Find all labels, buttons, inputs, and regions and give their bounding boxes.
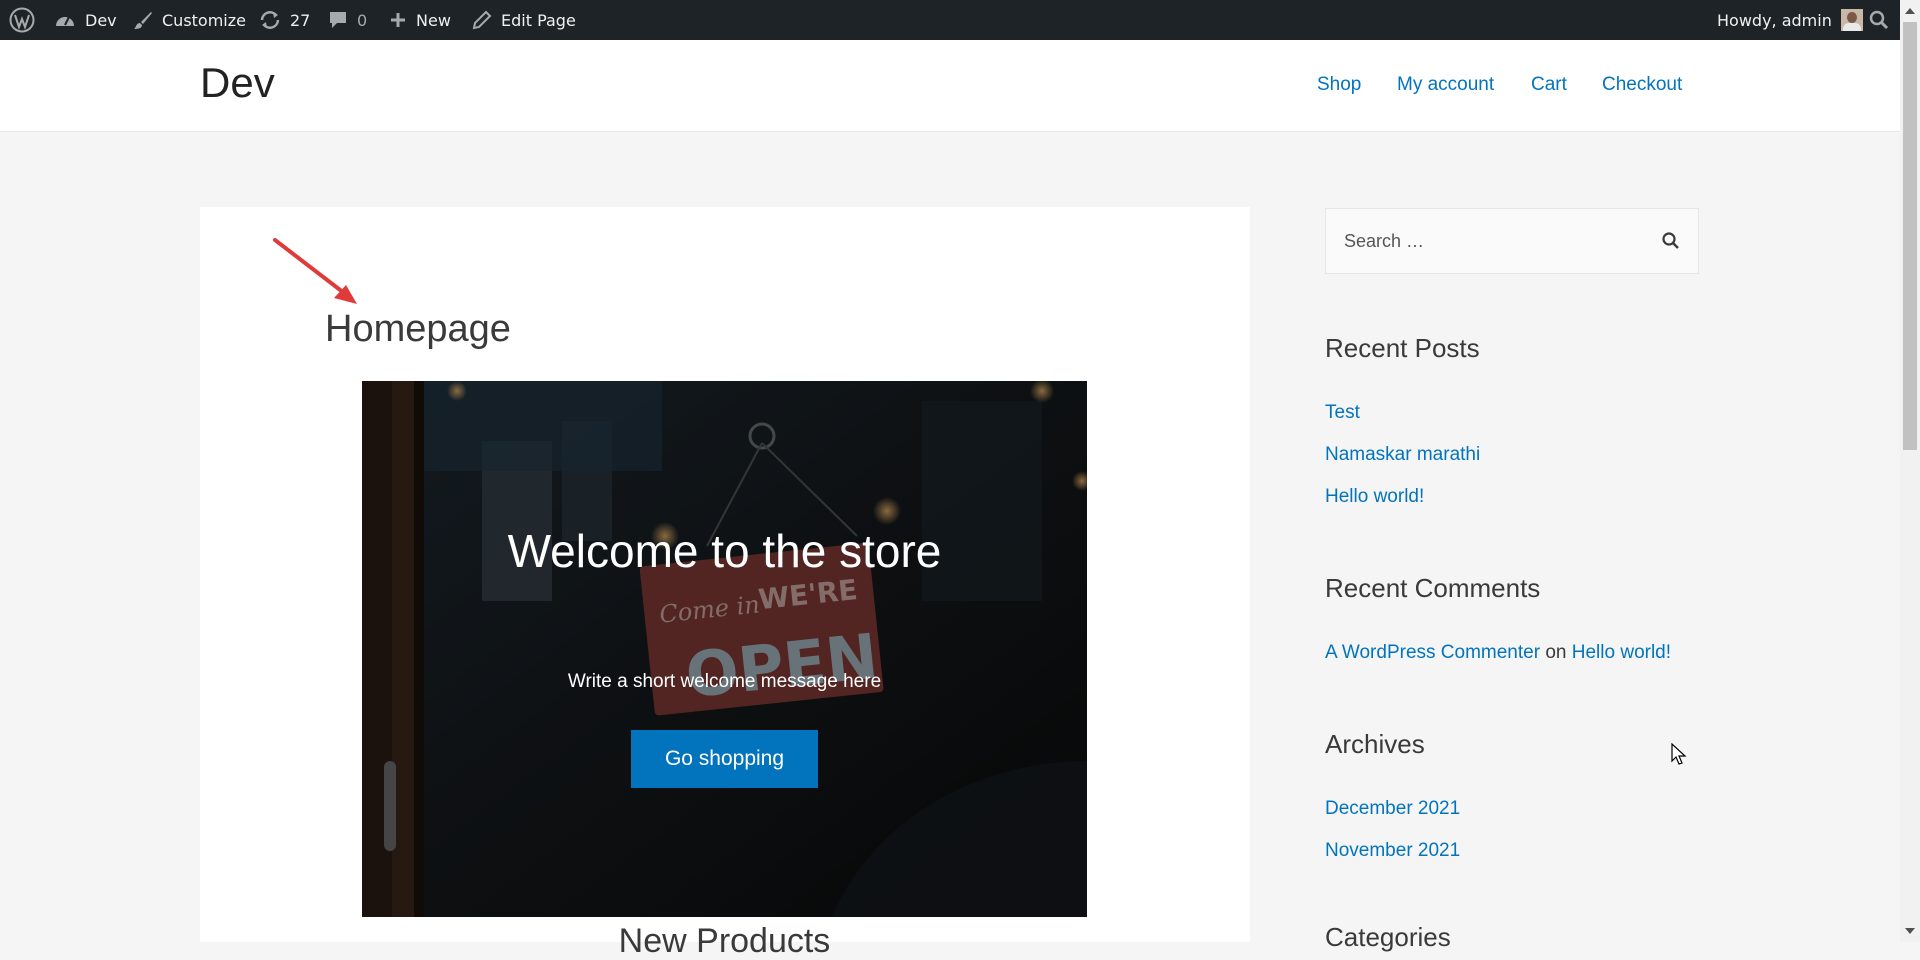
hero-subtitle: Write a short welcome message here — [567, 671, 882, 692]
pencil-icon — [472, 10, 492, 30]
store-photo: Come in WE'RE OPEN — [362, 381, 1087, 917]
recent-posts-title: Recent Posts — [1325, 333, 1480, 363]
avatar — [1840, 9, 1863, 31]
page-scrollbar[interactable] — [1900, 0, 1920, 942]
annotation-arrow — [273, 238, 357, 304]
search-icon[interactable] — [1661, 231, 1681, 251]
mouse-cursor-icon — [1671, 743, 1687, 765]
nav-checkout[interactable]: Checkout — [1602, 75, 1682, 94]
updates-icon — [260, 11, 280, 29]
paintbrush-icon — [134, 12, 152, 29]
comments-count: 0 — [357, 10, 368, 30]
categories-title: Categories — [1325, 922, 1451, 952]
recent-comments-title: Recent Comments — [1325, 573, 1541, 603]
updates-count: 27 — [290, 10, 311, 30]
recent-post-link[interactable]: Namaskar marathi — [1325, 445, 1480, 464]
archive-link[interactable]: December 2021 — [1325, 799, 1460, 818]
site-title[interactable]: Dev — [200, 62, 275, 104]
comment-icon — [330, 12, 346, 28]
site-name-label: Dev — [85, 10, 117, 30]
hero-cover-block: Come in WE'RE OPEN Welcome to the store … — [362, 381, 1087, 917]
wp-logo-menu[interactable] — [9, 0, 35, 40]
admin-search-icon — [1869, 10, 1889, 30]
hero-title: Welcome to the store — [507, 525, 942, 577]
plus-icon — [391, 13, 405, 27]
howdy-label: Howdy, admin — [1717, 10, 1832, 30]
edit-page-label: Edit Page — [501, 10, 576, 30]
new-label: New — [416, 10, 451, 30]
wordpress-icon — [9, 7, 35, 33]
dashboard-icon — [56, 16, 74, 26]
comment-post-link[interactable]: Hello world! — [1572, 642, 1671, 663]
customize-label: Customize — [162, 10, 246, 30]
updates-link[interactable]: 27 — [259, 0, 310, 40]
search-input[interactable] — [1344, 227, 1644, 255]
archives-title: Archives — [1325, 729, 1425, 759]
recent-comment-item: A WordPress Commenter on Hello world! — [1325, 643, 1671, 662]
site-name-menu[interactable]: Dev — [54, 0, 117, 40]
comment-author-link[interactable]: A WordPress Commenter — [1325, 642, 1540, 663]
new-products-heading: New Products — [618, 922, 831, 960]
edit-page-link[interactable]: Edit Page — [472, 0, 576, 40]
new-content-menu[interactable]: New — [389, 0, 451, 40]
scroll-down-arrow[interactable] — [1905, 928, 1915, 934]
search-form — [1325, 208, 1699, 274]
admin-search-button[interactable] — [1869, 0, 1889, 40]
admin-bar: Dev Customize 27 0 New Edit Page Howdy, … — [0, 0, 1920, 40]
nav-cart[interactable]: Cart — [1531, 75, 1567, 94]
scroll-up-arrow[interactable] — [1905, 8, 1915, 14]
my-account-menu[interactable]: Howdy, admin — [1717, 0, 1863, 40]
nav-shop[interactable]: Shop — [1317, 75, 1361, 94]
comments-link[interactable]: 0 — [328, 0, 367, 40]
archive-link[interactable]: November 2021 — [1325, 841, 1460, 860]
page-title: Homepage — [325, 308, 511, 350]
go-shopping-button[interactable]: Go shopping — [631, 730, 818, 788]
scroll-thumb[interactable] — [1903, 22, 1917, 450]
customize-link[interactable]: Customize — [133, 0, 246, 40]
site-header: Dev Shop My account Cart Checkout — [0, 40, 1900, 132]
recent-post-link[interactable]: Hello world! — [1325, 487, 1424, 506]
comment-on-text: on — [1545, 642, 1567, 663]
recent-post-link[interactable]: Test — [1325, 403, 1360, 422]
nav-my-account[interactable]: My account — [1397, 75, 1494, 94]
